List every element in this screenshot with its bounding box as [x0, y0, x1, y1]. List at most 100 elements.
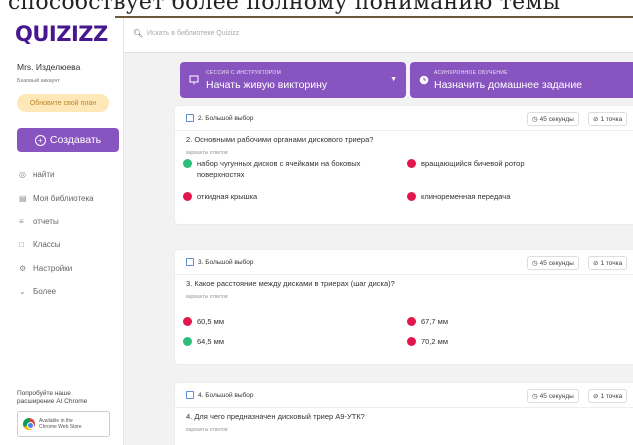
- check-circle-icon: ⊘: [593, 260, 599, 267]
- chrome-extension-promo: Попробуйте наше расширение AI Chrome: [17, 390, 88, 405]
- sidebar-item-more[interactable]: ⌄ Более: [19, 287, 56, 296]
- account-type: Базовый аккаунт: [17, 78, 60, 84]
- question-text: 3. Какое расстояние между дисками в трие…: [186, 279, 395, 288]
- answer-text: 60,5 мм: [197, 317, 224, 326]
- sidebar-item-classes[interactable]: □ Классы: [19, 240, 61, 249]
- incorrect-answer-icon: [407, 317, 416, 326]
- start-live-quiz-button[interactable]: СЕССИЯ С ИНСТРУКТОРОМ Начать живую викто…: [180, 62, 406, 98]
- answer-text: 67,7 мм: [421, 317, 448, 326]
- points-badge: ⊘ 1 точка: [588, 112, 628, 126]
- clock-icon: ◷: [532, 393, 538, 400]
- question-card[interactable]: 4. Большой выбор ◷ 45 секунды ⊘ 1 точка 4.…: [175, 383, 633, 445]
- chevron-down-icon: ⌄: [19, 286, 26, 296]
- time-badge: ◷ 45 секунды: [527, 389, 579, 403]
- chrome-logo-icon: [23, 418, 35, 430]
- homework-sub-label: АСИНХРОННОЕ ОБУЧЕНИЕ: [434, 70, 508, 76]
- sidebar-item-label: отчеты: [33, 217, 59, 226]
- user-name: Mrs. Изделюева: [17, 62, 81, 72]
- answer-text: 64,5 мм: [197, 337, 224, 346]
- answer-option: клиноременная передача: [407, 191, 510, 202]
- search-input[interactable]: Искать в библиотеке Quizizz: [147, 30, 239, 37]
- assign-homework-button[interactable]: АСИНХРОННОЕ ОБУЧЕНИЕ Назначить домашнее …: [410, 62, 633, 98]
- classes-icon: □: [19, 239, 24, 249]
- checkbox-icon: [186, 114, 194, 122]
- answers-label: варианты ответов: [186, 294, 228, 300]
- sidebar-item-label: Более: [33, 287, 57, 296]
- incorrect-answer-icon: [407, 192, 416, 201]
- live-sub-label: СЕССИЯ С ИНСТРУКТОРОМ: [206, 70, 282, 76]
- presentation-icon: [189, 75, 199, 85]
- incorrect-answer-icon: [183, 192, 192, 201]
- answer-option: 64,5 мм: [183, 336, 224, 347]
- answer-text: вращающийся бичевой ротор: [421, 159, 525, 168]
- chrome-web-store-button[interactable]: Available in the Chrome Web Store: [17, 411, 110, 437]
- store-text: Available in the Chrome Web Store: [39, 418, 82, 430]
- sidebar-item-find[interactable]: ◎ найти: [19, 170, 54, 179]
- answer-text: набор чугунных дисков с ячейками на боко…: [197, 159, 361, 179]
- divider: [175, 130, 633, 131]
- checkbox-icon: [186, 258, 194, 266]
- plus-circle-icon: +: [34, 134, 46, 146]
- main-content: 🔍︎ Искать в библиотеке Quizizz СЕССИЯ С …: [124, 18, 633, 445]
- check-circle-icon: ⊘: [593, 393, 599, 400]
- correct-answer-icon: [183, 159, 192, 168]
- reports-icon: ≡: [19, 216, 24, 226]
- sidebar-item-reports[interactable]: ≡ отчеты: [19, 217, 59, 226]
- correct-answer-icon: [183, 337, 192, 346]
- caret-down-icon[interactable]: ▼: [390, 76, 397, 83]
- answer-text: клиноременная передача: [421, 192, 511, 201]
- search-icon: 🔍︎: [133, 29, 144, 38]
- time-label: 45 секунды: [539, 259, 574, 267]
- sidebar-item-settings[interactable]: ⚙ Настройки: [19, 264, 72, 273]
- question-type-label: 4. Большой выбор: [198, 391, 254, 399]
- answers-label: варианты ответов: [186, 150, 228, 156]
- check-circle-icon: ⊘: [593, 116, 599, 123]
- sidebar-item-library[interactable]: ▤ Моя библиотека: [19, 194, 94, 203]
- answer-option: вращающийся бичевой ротор: [407, 158, 525, 169]
- question-type-label: 3. Большой выбор: [198, 258, 254, 266]
- question-text: 4. Для чего предназначен дисковый триер …: [186, 412, 365, 421]
- create-button-label: Создавать: [49, 134, 102, 146]
- checkbox-icon: [186, 391, 194, 399]
- store-line-2: Chrome Web Store: [39, 424, 82, 430]
- answer-option: 70,2 мм: [407, 336, 448, 347]
- time-badge: ◷ 45 секунды: [527, 256, 579, 270]
- sidebar-item-label: Моя библиотека: [33, 194, 94, 203]
- answer-text: 70,2 мм: [421, 337, 448, 346]
- answer-option: 67,7 мм: [407, 316, 448, 327]
- answer-option: набор чугунных дисков с ячейками на боко…: [183, 158, 393, 180]
- library-icon: ▤: [19, 193, 27, 203]
- search-bar[interactable]: 🔍︎ Искать в библиотеке Quizizz: [124, 18, 633, 53]
- upgrade-plan-button[interactable]: Обновите свой план: [17, 94, 109, 112]
- question-type-label: 2. Большой выбор: [198, 114, 254, 122]
- gear-icon: ⚙: [19, 263, 27, 273]
- points-label: 1 точка: [600, 115, 623, 123]
- clock-icon: ◷: [532, 260, 538, 267]
- answers-label: варианты ответов: [186, 427, 228, 433]
- question-type: 2. Большой выбор: [186, 114, 254, 122]
- points-label: 1 точка: [600, 259, 623, 267]
- question-type: 3. Большой выбор: [186, 258, 254, 266]
- points-label: 1 точка: [600, 392, 623, 400]
- quizizz-logo[interactable]: QUIZIZZ: [15, 22, 108, 46]
- answer-option: 60,5 мм: [183, 316, 224, 327]
- create-button[interactable]: + Создавать: [17, 128, 119, 152]
- answer-text: откидная крышка: [197, 192, 258, 201]
- clock-icon: [419, 75, 429, 85]
- question-text: 2. Основными рабочими органами дискового…: [186, 135, 374, 144]
- clock-icon: ◷: [532, 116, 538, 123]
- homework-label: Назначить домашнее задание: [434, 79, 583, 91]
- points-badge: ⊘ 1 точка: [588, 389, 628, 403]
- question-type: 4. Большой выбор: [186, 391, 254, 399]
- live-label: Начать живую викторину: [206, 79, 328, 91]
- time-label: 45 секунды: [539, 115, 574, 123]
- question-card[interactable]: 3. Большой выбор ◷ 45 секунды ⊘ 1 точка 3.…: [175, 250, 633, 364]
- divider: [175, 407, 633, 408]
- incorrect-answer-icon: [407, 159, 416, 168]
- incorrect-answer-icon: [183, 317, 192, 326]
- divider: [175, 274, 633, 275]
- question-card[interactable]: 2. Большой выбор ◷ 45 секунды ⊘ 1 точка 2.…: [175, 106, 633, 224]
- sidebar-item-label: Настройки: [33, 264, 73, 273]
- points-badge: ⊘ 1 точка: [588, 256, 628, 270]
- incorrect-answer-icon: [407, 337, 416, 346]
